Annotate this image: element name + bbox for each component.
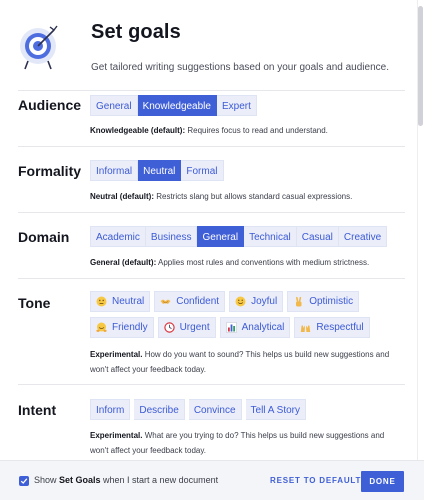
formality-label: Formality [18,163,82,179]
domain-option-casual[interactable]: Casual [296,226,339,247]
show-suffix: when I start a new document [100,475,219,485]
scrollbar[interactable] [417,0,424,460]
domain-option-academic[interactable]: Academic [90,226,146,247]
tone-option-label: Neutral [112,296,145,307]
audience-option-knowledgeable[interactable]: Knowledgeable [137,95,217,116]
intent-option-convince[interactable]: Convince [188,399,242,420]
intent-option-tell-a-story[interactable]: Tell A Story [245,399,306,420]
tone-option-analytical[interactable]: Analytical [219,317,291,338]
page-title: Set goals [91,21,181,43]
intent-desc-line1: What are you trying to do? This helps us… [142,431,385,440]
audience-option-expert[interactable]: Expert [216,95,257,116]
handshake-icon [160,296,171,307]
intent-desc-strong: Experimental. [90,431,143,440]
tone-option-joyful[interactable]: Joyful [229,291,284,312]
audience-option-general[interactable]: General [90,95,138,116]
checkmark-icon [20,478,28,484]
tone-option-urgent[interactable]: Urgent [157,317,216,338]
formality-option-informal[interactable]: Informal [90,160,139,181]
reset-to-defaults-button[interactable]: RESET TO DEFAULTS [270,476,367,485]
domain-option-technical[interactable]: Technical [244,226,297,247]
clock-icon [163,322,175,333]
domain-options: Academic Business General Technical Casu… [90,226,388,247]
formality-options: Informal Neutral Formal [90,160,224,181]
bar-chart-icon [225,322,237,333]
intent-section: Intent Inform Describe Convince Tell A S… [18,384,405,460]
tone-option-confident[interactable]: Confident [154,291,226,312]
audience-label: Audience [18,97,82,113]
domain-desc-strong: General (default): [90,258,157,267]
tone-desc-line1: How do you want to sound? This helps us … [142,350,390,359]
page-subtitle: Get tailored writing suggestions based o… [91,62,389,73]
intent-label: Intent [18,402,57,418]
intent-option-inform[interactable]: Inform [90,399,131,420]
tone-option-respectful[interactable]: Respectful [294,317,370,338]
header: Set goals Get tailored writing suggestio… [0,0,416,90]
formality-option-neutral[interactable]: Neutral [138,160,182,181]
smiling-face-icon [235,296,246,307]
tone-option-label: Joyful [251,296,278,307]
tone-option-label: Friendly [112,322,148,333]
tone-desc-line2: won't affect your feedback today. [90,365,206,374]
domain-label: Domain [18,229,70,245]
tone-option-label: Analytical [241,322,285,333]
show-prefix: Show [34,475,60,485]
formality-desc-strong: Neutral (default): [90,192,154,201]
scrollbar-thumb[interactable] [418,6,423,126]
victory-hand-icon [293,296,304,307]
formality-section: Formality Informal Neutral Formal Neutra… [18,146,405,212]
hugging-face-icon [96,322,107,333]
domain-desc-text: Applies most rules and conventions with … [156,258,370,267]
tone-section: Tone Neutral Confident Joyful Optimistic [18,278,405,384]
tone-desc-strong: Experimental. [90,350,143,359]
intent-description: Experimental. What are you trying to do?… [90,428,384,458]
formality-option-formal[interactable]: Formal [181,160,224,181]
domain-section: Domain Academic Business General Technic… [18,212,405,278]
intent-desc-line2: won't affect your feedback today. [90,446,206,455]
show-bold: Set Goals [59,475,101,485]
domain-option-general[interactable]: General [197,226,245,247]
footer: Show Set Goals when I start a new docume… [0,460,424,500]
tone-description: Experimental. How do you want to sound? … [90,347,389,377]
domain-description: General (default): Applies most rules an… [90,255,369,270]
tone-label: Tone [18,295,51,311]
show-set-goals-label: Show Set Goals when I start a new docume… [34,475,218,485]
done-button[interactable]: DONE [361,471,404,492]
raised-hands-icon [300,322,311,333]
target-icon [14,18,66,70]
audience-desc-text: Requires focus to read and understand. [185,126,328,135]
domain-option-business[interactable]: Business [145,226,198,247]
tone-row-2: Friendly Urgent Analytical Respectful [90,317,370,338]
neutral-face-icon [96,296,107,307]
tone-row-1: Neutral Confident Joyful Optimistic [90,291,360,312]
goals-panel: Set goals Get tailored writing suggestio… [0,0,424,460]
audience-description: Knowledgeable (default): Requires focus … [90,123,328,138]
intent-options: Inform Describe Convince Tell A Story [90,399,306,420]
tone-option-label: Optimistic [309,296,354,307]
tone-option-label: Respectful [316,322,364,333]
show-set-goals-checkbox[interactable] [19,476,29,486]
tone-option-optimistic[interactable]: Optimistic [287,291,360,312]
formality-desc-text: Restricts slang but allows standard casu… [154,192,353,201]
domain-option-creative[interactable]: Creative [338,226,388,247]
audience-options: General Knowledgeable Expert [90,95,257,116]
intent-option-describe[interactable]: Describe [134,399,185,420]
tone-option-neutral[interactable]: Neutral [90,291,151,312]
tone-option-label: Urgent [179,322,210,333]
formality-description: Neutral (default): Restricts slang but a… [90,189,352,204]
audience-desc-strong: Knowledgeable (default): [90,126,186,135]
tone-option-label: Confident [176,296,220,307]
tone-option-friendly[interactable]: Friendly [90,317,154,338]
